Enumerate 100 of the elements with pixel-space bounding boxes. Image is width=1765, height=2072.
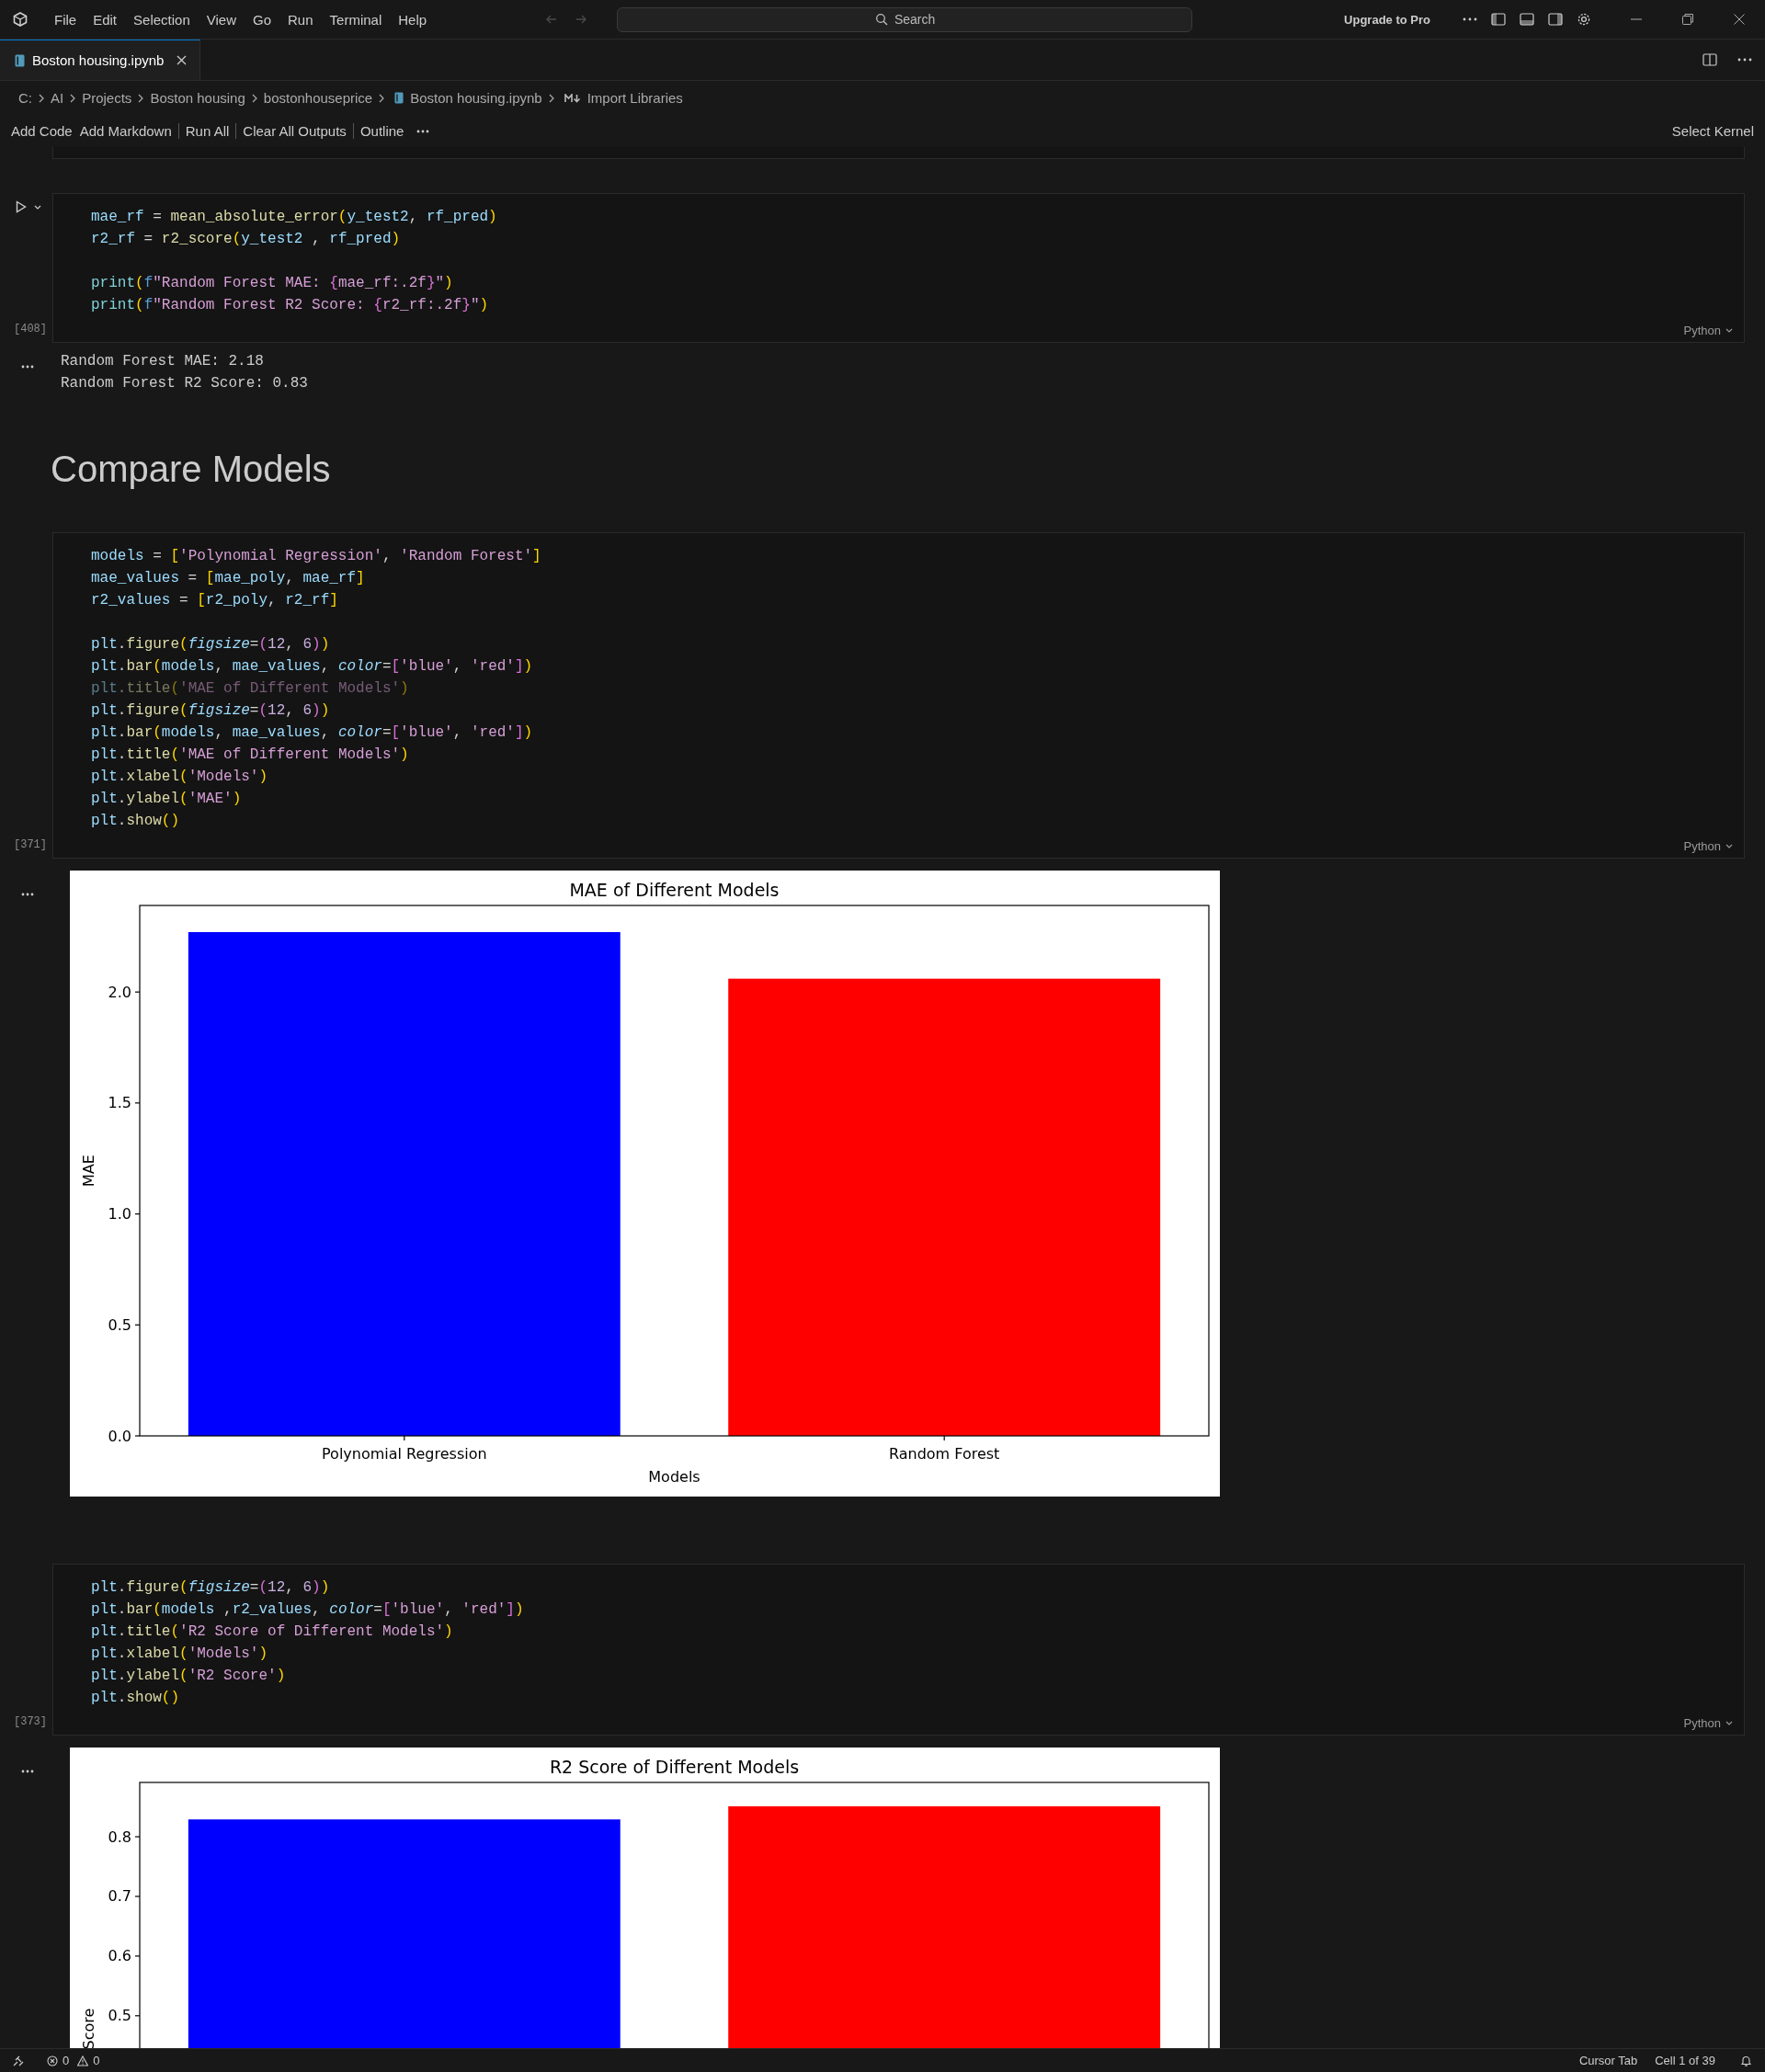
menu-item[interactable]: View [198,11,245,28]
bell-icon[interactable] [1740,2054,1752,2067]
select-kernel-button[interactable]: Select Kernel [1668,123,1758,139]
chevron-icon [138,93,144,103]
markdown-icon [564,93,581,103]
breadcrumb-item[interactable]: Import Libraries [586,90,683,106]
menu-item[interactable]: Help [390,11,436,28]
search-field[interactable]: Search [617,6,1193,32]
tab-label[interactable]: Boston housing.ipynb [32,52,165,68]
language-button[interactable]: Python [1681,839,1735,853]
toolbar-button[interactable]: Outline [356,123,408,139]
remote-icon[interactable] [13,2055,24,2066]
app-logo-icon [13,12,28,27]
code-cell[interactable]: mae_rf = mean_absolute_error(y_test2, rf_pred) r2_rf = r2_score(y_test2 , rf_pred) print(f"Random Forest MAE: {mae_rf:.2f}") print(f"Random Forest R2 Score: {r2_rf:.2f}") Python [52,193,1745,343]
code-line: r2_rf = r2_score(y_test2 , rf_pred) [91,230,401,249]
axis-label: Score [80,2008,97,2048]
chevron-icon [70,93,76,103]
output-line: Random Forest R2 Score: 0.83 [61,374,308,393]
search-icon [875,12,889,26]
more-icon[interactable] [21,365,34,369]
menu-item[interactable]: File [46,11,85,28]
axis-tick-label: 0.5 [108,1315,131,1334]
breadcrumb-item[interactable]: C: [18,90,32,106]
code-line: plt.xlabel('Models') [91,768,268,787]
axis-tick-label: 2.0 [108,983,131,1001]
code-line: plt.bar(models, mae_values, color=['blue', 'red']) [91,723,533,743]
split-editor-icon[interactable] [1702,53,1717,66]
axis-tick-label: 1.0 [108,1205,131,1224]
close-icon[interactable] [176,55,188,65]
code-cell[interactable] [52,532,1745,859]
more-icon[interactable] [1463,17,1477,21]
axis-tick-label: Random Forest [888,1445,1000,1463]
code-line: plt.title('R2 Score of Different Models') [91,1622,453,1642]
code-line: plt.show() [91,812,180,831]
code-line: plt.ylabel('MAE') [91,790,242,809]
execution-count: [408] [14,323,47,336]
chevron-icon [39,93,44,103]
code-cell[interactable]: plt.figure(figsize=(12, 6)) plt.bar(models ,r2_values, color=['blue', 'red']) plt.title('R2 Score of Different Models') plt.xlabel('Models') plt.ylabel('R2 Score') plt.show() Python [52,1564,1745,1736]
breadcrumb-item[interactable]: AI [51,90,64,106]
editor-tab[interactable]: Boston housing.ipynb [0,40,201,80]
code-line: print(f"Random Forest MAE: {mae_rf:.2f}") [91,274,453,293]
notebook-file-icon [15,53,25,67]
more-icon[interactable] [21,1770,34,1773]
code-line: models = ['Polynomial Regression', 'Random Forest'] [91,547,541,566]
sidebar-toggle-icon[interactable] [1491,13,1506,26]
menu-item[interactable]: Terminal [321,11,391,28]
axis-tick-label: 1.5 [108,1094,131,1112]
status-item[interactable]: Cell 1 of 39 [1655,2054,1715,2067]
toolbar-button[interactable]: Add Markdown [75,123,176,139]
language-button[interactable]: Python [1681,324,1735,337]
more-icon[interactable] [416,129,430,133]
upgrade-button[interactable]: Upgrade to Pro [1338,12,1436,27]
markdown-heading: Compare Models [51,448,331,490]
breadcrumb-item[interactable]: bostonhouseprice [263,90,373,106]
notebook-file-icon [394,92,404,104]
secondary-sidebar-icon[interactable] [1548,13,1563,26]
error-icon[interactable] [47,2055,58,2066]
axis-label: MAE [80,1155,97,1187]
execution-count: [373] [14,1715,47,1728]
restore-icon[interactable] [1682,14,1693,25]
code-line: mae_rf = mean_absolute_error(y_test2, rf_pred) [91,208,497,227]
chart-title: R2 Score of Different Models [549,1757,800,1777]
code-line: mae_values = [mae_poly, mae_rf] [91,569,365,588]
close-icon[interactable] [1734,14,1745,25]
menu-item[interactable]: Edit [85,11,126,28]
code-line: plt.figure(figsize=(12, 6)) [91,1578,330,1598]
status-item[interactable]: Cursor Tab [1578,2054,1638,2067]
settings-icon[interactable] [1577,12,1591,27]
breadcrumb-item[interactable]: Projects [82,90,132,106]
chevron-icon [379,93,385,103]
menu-item[interactable]: Go [245,11,279,28]
menu-item[interactable]: Run [279,11,322,28]
chevron-down-icon[interactable] [34,204,41,210]
error-count[interactable]: 0 [63,2054,70,2067]
chevron-icon [251,93,257,103]
chevron-down-icon [1725,1721,1733,1725]
chevron-down-icon [1725,844,1733,848]
axis-tick-label: 0.6 [108,1947,131,1965]
axis-tick-label: 0.8 [108,1827,131,1846]
code-line: plt.show() [91,1689,180,1708]
axis-tick-label: Polynomial Regression [322,1445,487,1463]
toolbar-button[interactable]: Clear All Outputs [239,123,350,139]
warning-count[interactable]: 0 [93,2054,100,2067]
code-line: r2_values = [r2_poly, r2_rf] [91,591,338,610]
more-icon[interactable] [21,893,34,896]
warning-icon[interactable] [77,2055,89,2066]
more-icon[interactable] [1737,58,1752,62]
run-icon[interactable] [16,200,27,213]
toolbar-button[interactable]: Add Code [7,123,76,139]
breadcrumb-item[interactable]: Boston housing.ipynb [410,90,542,106]
chevron-down-icon [1725,328,1733,333]
breadcrumb-item[interactable]: Boston housing [150,90,245,106]
axis-tick-label: 0.5 [108,2007,131,2025]
code-line: plt.title('MAE of Different Models') [91,679,409,699]
toolbar-button[interactable]: Run All [181,123,233,139]
language-button[interactable]: Python [1681,1716,1735,1730]
code-line: plt.bar(models ,r2_values, color=['blue', 'red']) [91,1600,524,1620]
code-line: plt.figure(figsize=(12, 6)) [91,701,330,721]
panel-toggle-icon[interactable] [1520,13,1534,26]
menu-item[interactable]: Selection [125,11,199,28]
